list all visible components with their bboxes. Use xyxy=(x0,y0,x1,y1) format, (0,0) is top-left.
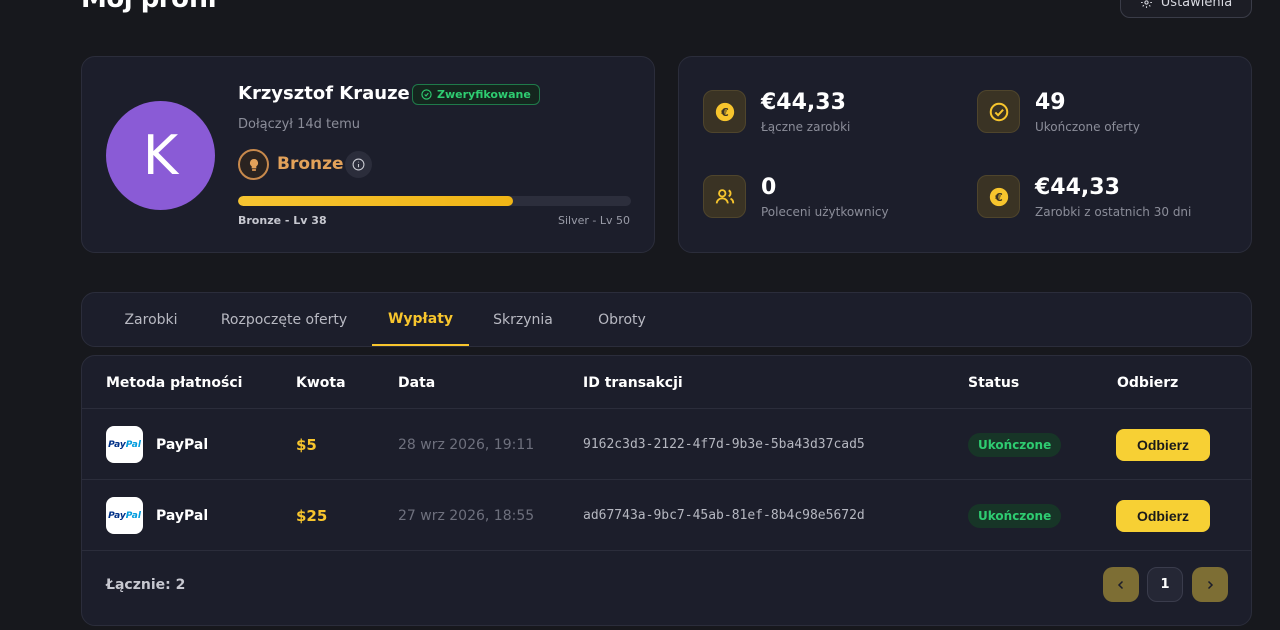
claim-button[interactable]: Odbierz xyxy=(1116,428,1210,461)
level-progress-fill xyxy=(238,196,514,206)
tab-zarobki[interactable]: Zarobki xyxy=(106,293,196,346)
level-progress-bar xyxy=(238,196,631,206)
payment-method: PayPal xyxy=(156,436,209,453)
info-icon[interactable] xyxy=(345,151,372,178)
page-title: Mój profil xyxy=(81,0,217,14)
status-badge: Ukończone xyxy=(968,432,1062,457)
table-row: Pay Pal PayPal $5 28 wrz 2026, 19:11 9162… xyxy=(82,408,1251,479)
table-footer: Łącznie: 2 1 xyxy=(82,550,1251,625)
header-amount: Kwota xyxy=(296,375,346,391)
tab-rozpoczete-oferty[interactable]: Rozpoczęte oferty xyxy=(212,293,356,346)
date: 28 wrz 2026, 19:11 xyxy=(398,436,535,453)
table-row: Pay Pal PayPal $25 27 wrz 2026, 18:55 ad6… xyxy=(82,479,1251,550)
claim-button[interactable]: Odbierz xyxy=(1116,499,1210,532)
tab-obroty[interactable]: Obroty xyxy=(587,293,657,346)
settings-button[interactable]: Ustawienia xyxy=(1120,0,1252,18)
payment-method: PayPal xyxy=(156,507,209,524)
header-date: Data xyxy=(398,375,436,391)
chevron-right-icon xyxy=(1207,580,1214,589)
next-level: Silver - Lv 50 xyxy=(558,214,630,227)
svg-text:€: € xyxy=(994,191,1003,204)
paypal-logo-icon: Pay Pal xyxy=(106,426,143,463)
gear-icon xyxy=(1140,0,1152,8)
prev-page-button[interactable] xyxy=(1103,567,1139,602)
check-circle-icon xyxy=(421,89,432,100)
verified-label: Zweryfikowane xyxy=(437,88,531,101)
stat-value: €44,33 xyxy=(1035,175,1120,200)
stat-referred-users: 0 Poleceni użytkownicy xyxy=(703,175,889,219)
amount: $5 xyxy=(296,435,317,454)
profile-card: K Krzysztof Krauze Zweryfikowane Dołączy… xyxy=(81,56,655,253)
user-name: Krzysztof Krauze xyxy=(238,83,410,104)
stat-value: 49 xyxy=(1035,90,1066,115)
total-count: Łącznie: 2 xyxy=(106,577,186,593)
paypal-logo-icon: Pay Pal xyxy=(106,497,143,534)
chevron-left-icon xyxy=(1117,580,1124,589)
tab-skrzynia[interactable]: Skrzynia xyxy=(485,293,561,346)
stat-value: 0 xyxy=(761,175,777,200)
verified-badge: Zweryfikowane xyxy=(412,84,540,105)
stat-earnings-30-days: € €44,33 Zarobki z ostatnich 30 dni xyxy=(977,175,1191,219)
joined-text: Dołączył 14d temu xyxy=(238,117,361,132)
transaction-id: 9162c3d3-2122-4f7d-9b3e-5ba43d37cad5 xyxy=(583,437,865,452)
rank-name: Bronze xyxy=(277,154,344,174)
next-page-button[interactable] xyxy=(1192,567,1228,602)
header-method: Metoda płatności xyxy=(106,375,243,391)
svg-text:€: € xyxy=(720,106,729,119)
stat-label: Ukończone oferty xyxy=(1035,120,1140,134)
status-badge: Ukończone xyxy=(968,503,1062,528)
stat-label: Zarobki z ostatnich 30 dni xyxy=(1035,205,1192,219)
transaction-id: ad67743a-9bc7-45ab-81ef-8b4c98e5672d xyxy=(583,508,865,523)
stat-completed-offers: 49 Ukończone oferty xyxy=(977,90,1140,134)
header-claim: Odbierz xyxy=(1117,375,1179,391)
stat-label: Poleceni użytkownicy xyxy=(761,205,889,219)
stat-total-earnings: € €44,33 Łączne zarobki xyxy=(703,90,850,134)
tabs-bar: Zarobki Rozpoczęte oferty Wypłaty Skrzyn… xyxy=(81,292,1252,347)
check-circle-icon xyxy=(977,90,1020,133)
current-level: Bronze - Lv 38 xyxy=(238,214,327,227)
stats-card: € €44,33 Łączne zarobki 49 Ukończone ofe… xyxy=(678,56,1252,253)
date: 27 wrz 2026, 18:55 xyxy=(398,507,535,524)
euro-icon: € xyxy=(977,175,1020,218)
avatar: K xyxy=(106,101,215,210)
bronze-rank-icon xyxy=(238,149,269,180)
users-icon xyxy=(703,175,746,218)
settings-label: Ustawienia xyxy=(1160,0,1233,10)
stat-label: Łączne zarobki xyxy=(761,120,851,134)
page-number-button[interactable]: 1 xyxy=(1147,567,1183,602)
header-status: Status xyxy=(968,375,1020,391)
euro-icon: € xyxy=(703,90,746,133)
tab-wyplaty[interactable]: Wypłaty xyxy=(372,293,469,346)
withdrawals-table: Metoda płatności Kwota Data ID transakcj… xyxy=(81,355,1252,626)
header-txid: ID transakcji xyxy=(583,375,683,391)
stat-value: €44,33 xyxy=(761,90,846,115)
amount: $25 xyxy=(296,506,328,525)
